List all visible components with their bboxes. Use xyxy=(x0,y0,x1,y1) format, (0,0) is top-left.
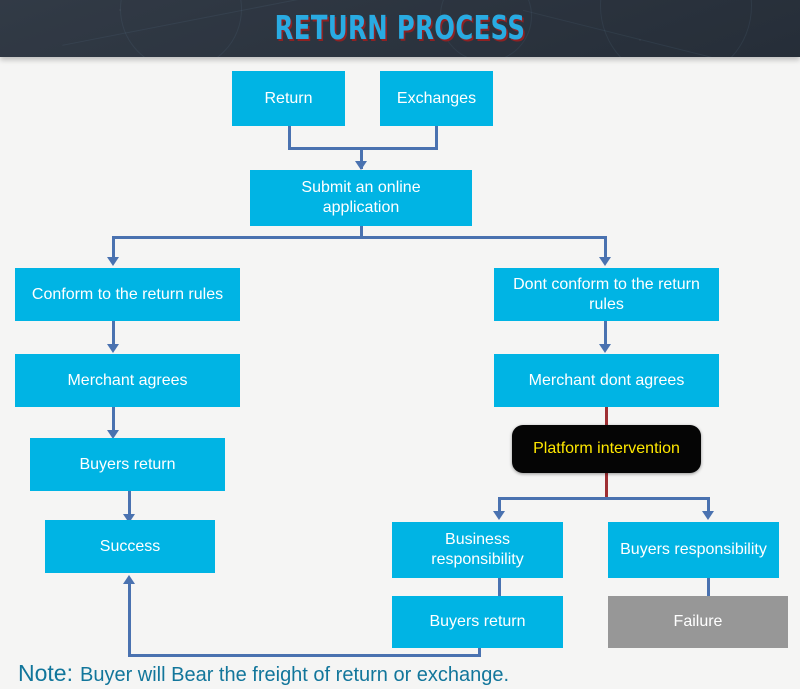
connector-feedback-up xyxy=(128,583,131,655)
node-buyers-responsibility[interactable]: Buyers responsibility xyxy=(608,522,779,578)
arrow-to-conform xyxy=(107,257,119,266)
header-banner: RETURN PROCESS xyxy=(0,0,800,57)
connector-feedback-horizontal xyxy=(128,654,481,657)
node-platform-intervention[interactable]: Platform intervention xyxy=(512,425,701,473)
node-failure[interactable]: Failure xyxy=(608,596,788,648)
node-conform-to-return-rules[interactable]: Conform to the return rules xyxy=(15,268,240,321)
node-submit-online-application[interactable]: Submit an online application xyxy=(250,170,472,226)
node-merchant-agrees[interactable]: Merchant agrees xyxy=(15,354,240,407)
node-merchant-dont-agrees[interactable]: Merchant dont agrees xyxy=(494,354,719,407)
node-return[interactable]: Return xyxy=(232,71,345,126)
connector-business-to-buyers-return xyxy=(498,578,501,596)
connector-merge-bar xyxy=(288,147,438,150)
connector-responsibility-split-bar xyxy=(498,497,710,500)
note-text: Buyer will Bear the freight of return or… xyxy=(79,664,510,686)
node-buyers-return-right[interactable]: Buyers return xyxy=(392,596,563,648)
node-success[interactable]: Success xyxy=(45,520,215,573)
node-business-responsibility[interactable]: Business responsibility xyxy=(392,522,563,578)
connector-split-bar xyxy=(112,236,607,239)
note: Note: Buyer will Bear the freight of retu… xyxy=(18,660,509,687)
arrow-to-buyers-responsibility xyxy=(702,511,714,520)
node-exchanges[interactable]: Exchanges xyxy=(380,71,493,126)
arrow-to-merchant-dont-agrees xyxy=(599,344,611,353)
arrow-to-success-bottom xyxy=(123,575,135,584)
page-title: RETURN PROCESS xyxy=(274,8,526,47)
return-process-flowchart: RETURN PROCESS Return Exchanges Submit a… xyxy=(0,0,800,689)
arrow-to-submit xyxy=(355,161,367,170)
node-dont-conform-to-return-rules[interactable]: Dont conform to the return rules xyxy=(494,268,719,321)
node-buyers-return-left[interactable]: Buyers return xyxy=(30,438,225,491)
arrow-to-merchant-agrees xyxy=(107,344,119,353)
arrow-to-dont-conform xyxy=(599,257,611,266)
arrow-to-business-responsibility xyxy=(493,511,505,520)
connector-buyers-responsibility-to-failure xyxy=(707,578,710,596)
note-label: Note: xyxy=(18,660,73,686)
